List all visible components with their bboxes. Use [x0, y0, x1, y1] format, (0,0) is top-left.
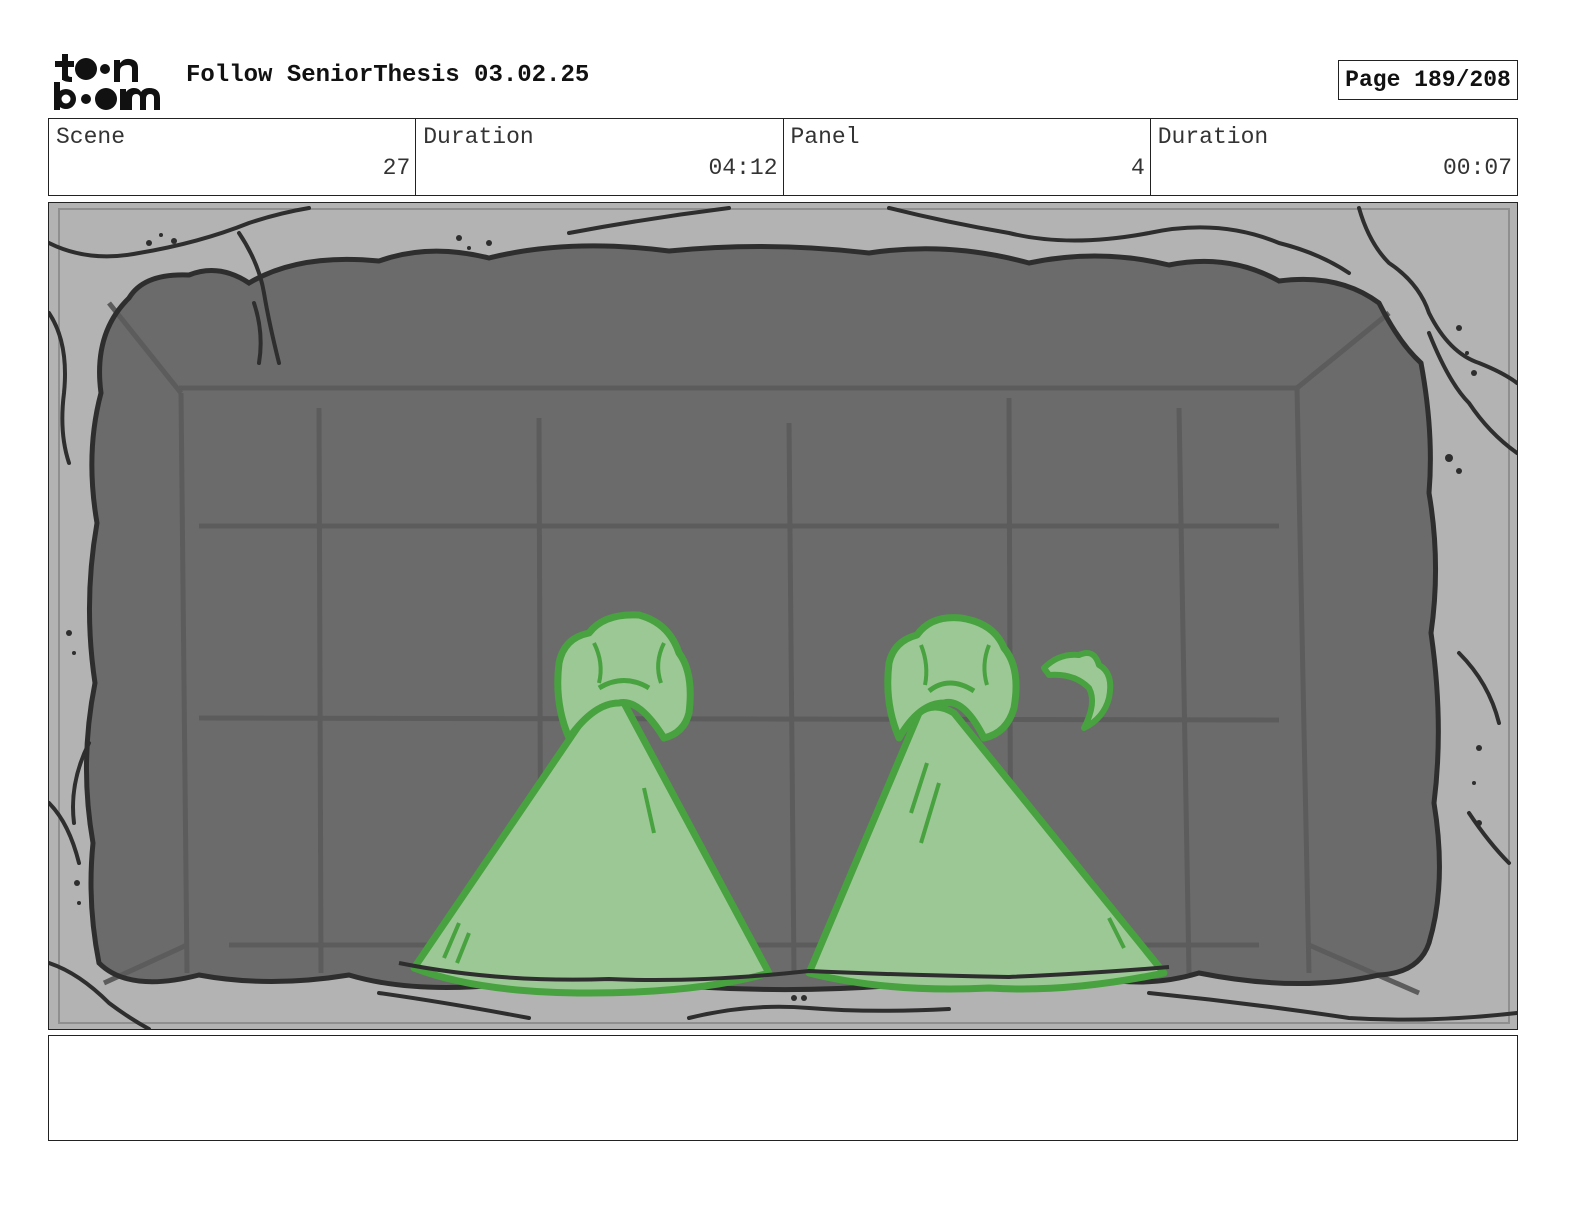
panel-value: 4: [1130, 155, 1145, 181]
panel-info-row: Scene 27 Duration 04:12 Panel 4 Duration…: [48, 118, 1518, 196]
storyboard-panel: [48, 202, 1518, 1030]
panel-duration-cell: Duration 00:07: [1151, 119, 1517, 195]
panel-label: Panel: [790, 124, 860, 150]
panel-sketch: [49, 203, 1517, 1029]
page-indicator: Page 189/208: [1338, 60, 1518, 100]
toon-boom-logo: [52, 52, 164, 112]
scene-cell: Scene 27: [49, 119, 417, 195]
panel-duration-label: Duration: [1157, 124, 1269, 150]
document-title: Follow SeniorThesis 03.02.25: [186, 62, 590, 89]
wall-opening: [86, 245, 1440, 990]
scene-label: Scene: [56, 124, 126, 150]
scene-value: 27: [382, 155, 411, 181]
scene-duration-value: 04:12: [708, 155, 778, 181]
scene-duration-cell: Duration 04:12: [416, 119, 784, 195]
panel-notes: [48, 1035, 1518, 1141]
scene-duration-label: Duration: [423, 124, 534, 150]
panel-cell: Panel 4: [784, 119, 1151, 195]
panel-duration-value: 00:07: [1442, 155, 1512, 181]
